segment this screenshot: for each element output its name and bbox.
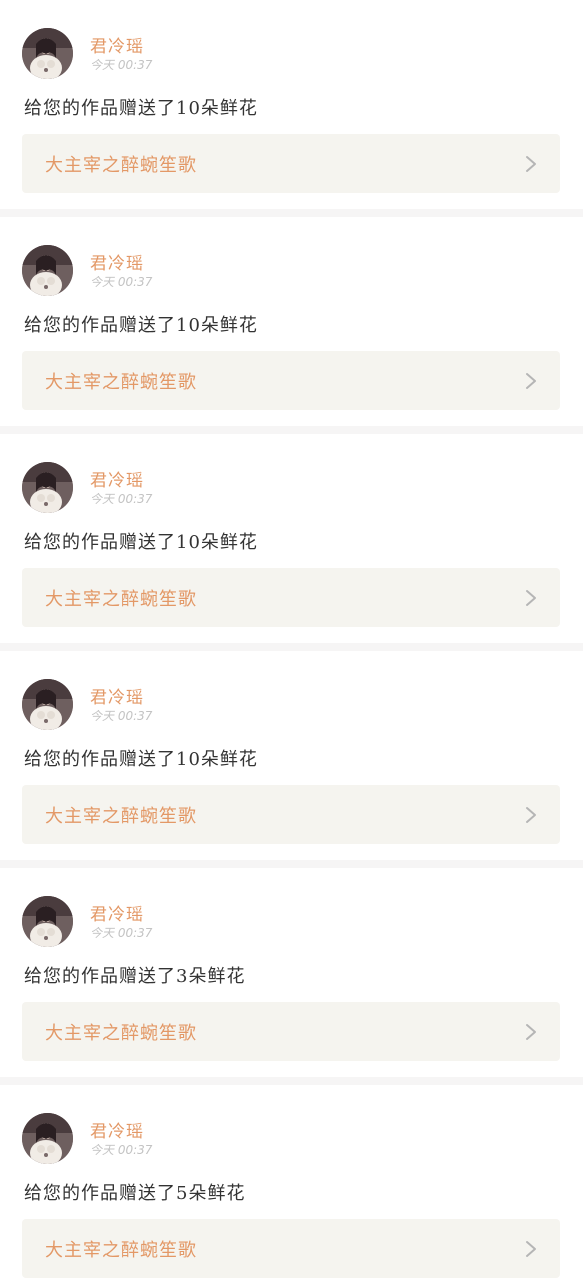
user-name[interactable]: 君冷瑶 [90, 683, 144, 708]
user-avatar[interactable] [22, 245, 73, 296]
avatar-image [22, 245, 73, 296]
user-name[interactable]: 君冷瑶 [90, 32, 144, 57]
work-link[interactable]: 大主宰之醉蜿笙歌 [22, 134, 560, 193]
notification-message: 给您的作品赠送了10朵鲜花 [24, 749, 258, 770]
notification-message: 给您的作品赠送了5朵鲜花 [24, 1183, 246, 1204]
timestamp: 今天 00:37 [90, 1143, 153, 1157]
work-link[interactable]: 大主宰之醉蜿笙歌 [22, 351, 560, 410]
chevron-right-icon [522, 154, 540, 174]
chevron-right-icon [522, 588, 540, 608]
notification-card: 君冷瑶 今天 00:37 给您的作品赠送了10朵鲜花 大主宰之醉蜿笙歌 [0, 434, 583, 643]
avatar-image [22, 896, 73, 947]
timestamp: 今天 00:37 [90, 926, 153, 940]
timestamp: 今天 00:37 [90, 709, 153, 723]
work-title: 大主宰之醉蜿笙歌 [45, 806, 197, 827]
avatar-image [22, 679, 73, 730]
chevron-right-icon [522, 1239, 540, 1259]
notification-card: 君冷瑶 今天 00:37 给您的作品赠送了10朵鲜花 大主宰之醉蜿笙歌 [0, 0, 583, 209]
avatar-image [22, 28, 73, 79]
timestamp: 今天 00:37 [90, 58, 153, 72]
work-title: 大主宰之醉蜿笙歌 [45, 1023, 197, 1044]
work-link[interactable]: 大主宰之醉蜿笙歌 [22, 568, 560, 627]
chevron-right-icon [522, 805, 540, 825]
avatar-image [22, 462, 73, 513]
chevron-right-icon [522, 371, 540, 391]
notification-message: 给您的作品赠送了10朵鲜花 [24, 98, 258, 119]
notification-card: 君冷瑶 今天 00:37 给您的作品赠送了3朵鲜花 大主宰之醉蜿笙歌 [0, 868, 583, 1077]
chevron-right-icon [522, 1022, 540, 1042]
user-name[interactable]: 君冷瑶 [90, 900, 144, 925]
work-link[interactable]: 大主宰之醉蜿笙歌 [22, 1219, 560, 1278]
notification-feed: 君冷瑶 今天 00:37 给您的作品赠送了10朵鲜花 大主宰之醉蜿笙歌 君冷瑶 … [0, 0, 583, 1280]
notification-message: 给您的作品赠送了10朵鲜花 [24, 532, 258, 553]
card-separator [0, 1077, 583, 1085]
work-link[interactable]: 大主宰之醉蜿笙歌 [22, 1002, 560, 1061]
work-title: 大主宰之醉蜿笙歌 [45, 155, 197, 176]
user-name[interactable]: 君冷瑶 [90, 466, 144, 491]
timestamp: 今天 00:37 [90, 492, 153, 506]
notification-message: 给您的作品赠送了10朵鲜花 [24, 315, 258, 336]
notification-card: 君冷瑶 今天 00:37 给您的作品赠送了10朵鲜花 大主宰之醉蜿笙歌 [0, 651, 583, 860]
work-link[interactable]: 大主宰之醉蜿笙歌 [22, 785, 560, 844]
user-name[interactable]: 君冷瑶 [90, 1117, 144, 1142]
notification-card: 君冷瑶 今天 00:37 给您的作品赠送了5朵鲜花 大主宰之醉蜿笙歌 [0, 1085, 583, 1280]
card-separator [0, 860, 583, 868]
work-title: 大主宰之醉蜿笙歌 [45, 372, 197, 393]
user-avatar[interactable] [22, 28, 73, 79]
user-avatar[interactable] [22, 679, 73, 730]
notification-message: 给您的作品赠送了3朵鲜花 [24, 966, 246, 987]
work-title: 大主宰之醉蜿笙歌 [45, 1240, 197, 1261]
avatar-image [22, 1113, 73, 1164]
user-name[interactable]: 君冷瑶 [90, 249, 144, 274]
card-separator [0, 643, 583, 651]
work-title: 大主宰之醉蜿笙歌 [45, 589, 197, 610]
card-separator [0, 209, 583, 217]
user-avatar[interactable] [22, 462, 73, 513]
user-avatar[interactable] [22, 896, 73, 947]
card-separator [0, 426, 583, 434]
notification-card: 君冷瑶 今天 00:37 给您的作品赠送了10朵鲜花 大主宰之醉蜿笙歌 [0, 217, 583, 426]
user-avatar[interactable] [22, 1113, 73, 1164]
timestamp: 今天 00:37 [90, 275, 153, 289]
